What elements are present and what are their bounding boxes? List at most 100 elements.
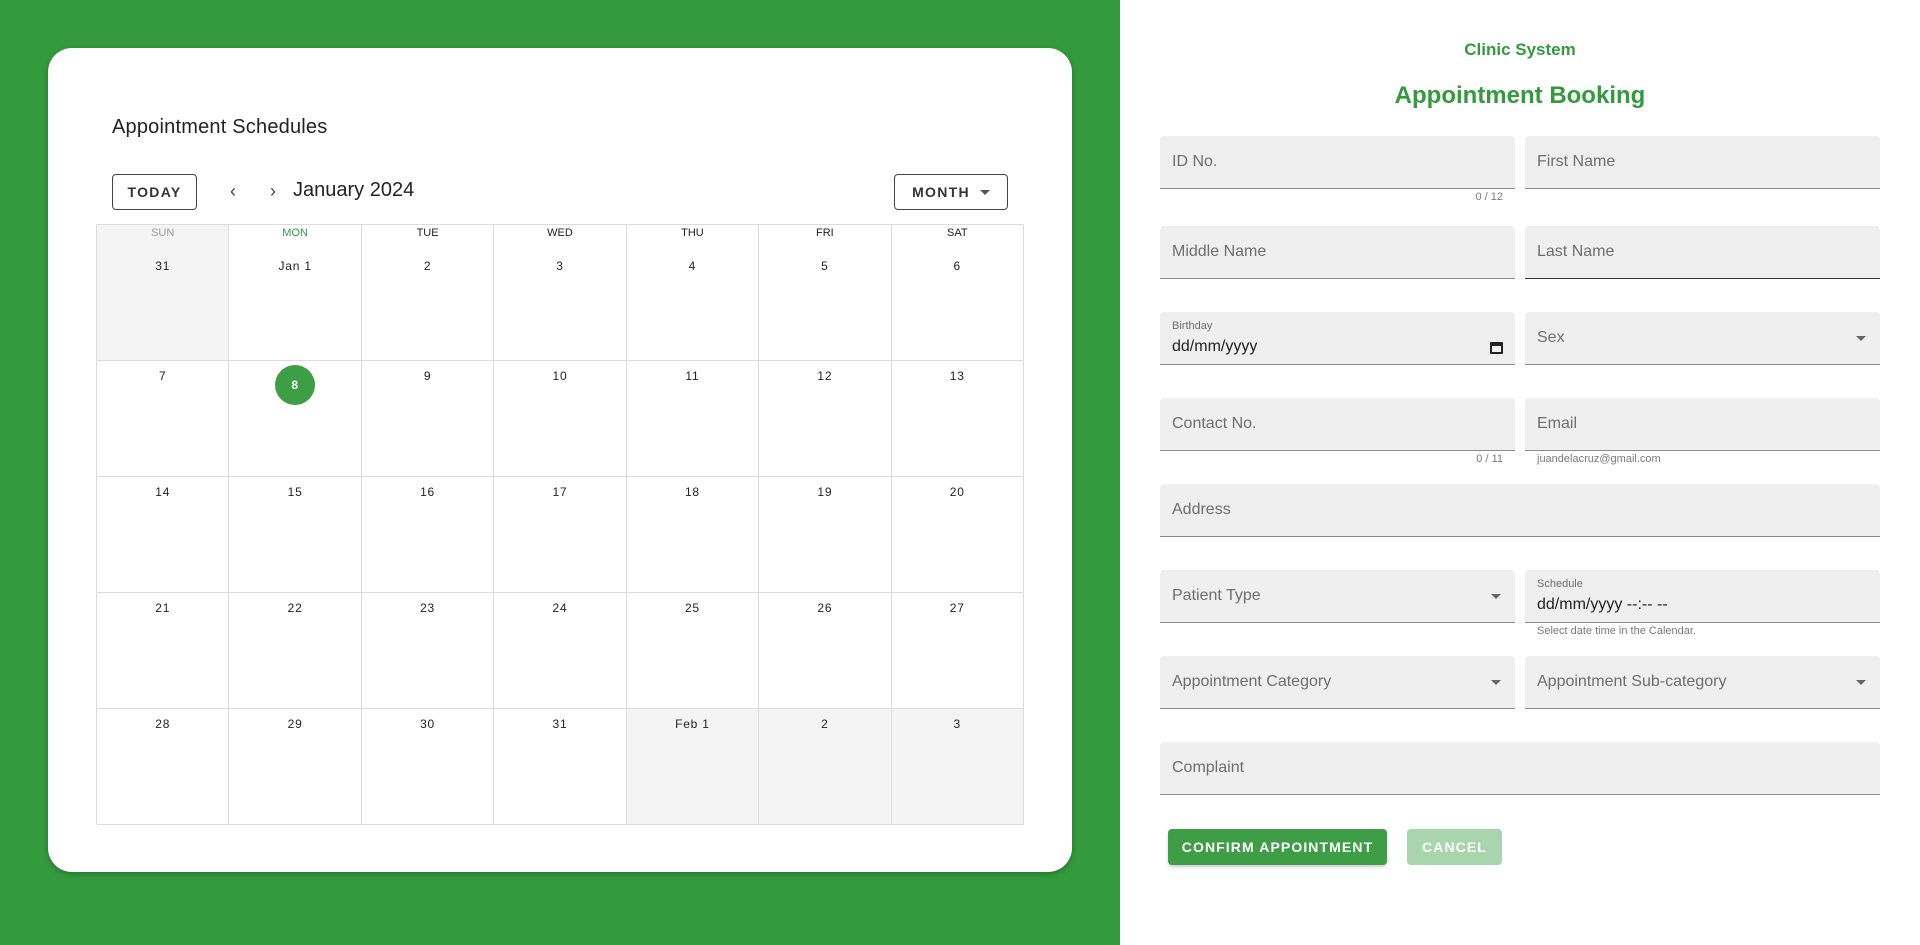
prev-month-icon[interactable]: ‹ (218, 176, 248, 206)
email-field[interactable]: Email (1525, 398, 1880, 451)
day-number: 14 (155, 485, 171, 499)
day-number: 27 (949, 601, 965, 615)
first-name-field[interactable]: First Name (1525, 136, 1880, 189)
day-cell[interactable]: Feb 1 (626, 709, 760, 825)
chevron-down-icon (979, 189, 990, 195)
day-cell[interactable]: 27 (891, 593, 1024, 709)
next-month-icon[interactable]: › (258, 176, 288, 206)
id-no-field[interactable]: ID No. (1160, 136, 1515, 189)
day-cell[interactable]: 6 (891, 245, 1024, 361)
day-cell[interactable]: Jan 1 (229, 245, 362, 361)
day-cell[interactable]: 13 (891, 361, 1024, 477)
email-label: Email (1537, 415, 1578, 432)
contact-no-field[interactable]: Contact No. (1160, 398, 1515, 451)
day-cell[interactable]: 28 (97, 709, 230, 825)
day-cell[interactable]: 3 (891, 709, 1024, 825)
calendar-title: Appointment Schedules (112, 116, 328, 138)
day-number: 19 (817, 485, 833, 499)
weekday-mon: MON (229, 225, 362, 245)
day-cell[interactable]: 3 (494, 245, 627, 361)
day-number: 11 (685, 369, 700, 383)
view-select-label: MONTH (912, 184, 970, 200)
appointment-subcategory-select[interactable]: Appointment Sub-category (1525, 656, 1880, 709)
sex-label: Sex (1537, 329, 1565, 346)
day-cell[interactable]: 16 (361, 477, 495, 593)
chevron-down-icon (1491, 680, 1501, 685)
month-title: January 2024 (293, 179, 415, 201)
day-number: 30 (420, 717, 436, 731)
weekday-wed: WED (494, 225, 627, 245)
address-field[interactable]: Address (1160, 484, 1880, 537)
day-number: 31 (155, 259, 171, 273)
day-cell[interactable]: 14 (97, 477, 230, 593)
contact-no-counter: 0 / 11 (1476, 453, 1503, 465)
day-number: 2 (423, 259, 432, 273)
address-label: Address (1172, 501, 1231, 518)
day-cell[interactable]: 17 (494, 477, 627, 593)
day-cell-today[interactable]: 8 (229, 361, 362, 477)
day-number: Jan 1 (278, 259, 312, 273)
day-cell[interactable]: 31 (97, 245, 230, 361)
patient-type-select[interactable]: Patient Type (1160, 570, 1515, 623)
day-cell[interactable]: 18 (626, 477, 760, 593)
day-number: 23 (420, 601, 436, 615)
chevron-down-icon (1856, 680, 1866, 685)
day-cell[interactable]: 30 (361, 709, 495, 825)
day-cell[interactable]: 23 (361, 593, 495, 709)
day-cell[interactable]: 2 (361, 245, 495, 361)
day-cell[interactable]: 25 (626, 593, 760, 709)
day-number: 3 (556, 259, 564, 273)
schedule-label: Schedule (1537, 578, 1583, 590)
today-button[interactable]: TODAY (112, 174, 197, 210)
middle-name-field[interactable]: Middle Name (1160, 226, 1515, 279)
day-cell[interactable]: 24 (494, 593, 627, 709)
day-cell[interactable]: 22 (229, 593, 362, 709)
contact-no-label: Contact No. (1172, 415, 1257, 432)
day-cell[interactable]: 12 (759, 361, 892, 477)
schedule-field[interactable]: Schedule dd/mm/yyyy --:-- -- (1525, 570, 1880, 623)
day-cell[interactable]: 4 (626, 245, 760, 361)
schedule-hint: Select date time in the Calendar. (1537, 625, 1696, 637)
day-cell[interactable]: 29 (229, 709, 362, 825)
day-cell[interactable]: 15 (229, 477, 362, 593)
day-cell[interactable]: 9 (361, 361, 495, 477)
appointment-category-select[interactable]: Appointment Category (1160, 656, 1515, 709)
weekday-tue: TUE (362, 225, 495, 245)
today-badge: 8 (275, 365, 316, 405)
day-cell[interactable]: 7 (97, 361, 230, 477)
day-cell[interactable]: 20 (891, 477, 1024, 593)
last-name-label: Last Name (1537, 243, 1615, 260)
view-select-button[interactable]: MONTH (894, 174, 1008, 210)
calendar-icon[interactable] (1490, 342, 1503, 354)
day-number: 12 (817, 369, 833, 383)
day-cell[interactable]: 31 (494, 709, 627, 825)
last-name-field[interactable]: Last Name (1525, 226, 1880, 279)
day-cell[interactable]: 5 (759, 245, 892, 361)
day-cell[interactable]: 19 (759, 477, 892, 593)
chevron-down-icon (1491, 594, 1501, 599)
sex-select[interactable]: Sex (1525, 312, 1880, 365)
birthday-field[interactable]: Birthday dd/mm/yyyy (1160, 312, 1515, 365)
weekday-thu: THU (627, 225, 760, 245)
calendar-background: Appointment Schedules TODAY ‹ › January … (0, 0, 1120, 945)
complaint-field[interactable]: Complaint (1160, 742, 1880, 795)
brand-name: Clinic System (1464, 40, 1576, 59)
day-cell[interactable]: 21 (97, 593, 230, 709)
day-cell[interactable]: 26 (759, 593, 892, 709)
day-cell[interactable]: 11 (626, 361, 760, 477)
day-number: 3 (953, 717, 962, 731)
day-number: 24 (552, 601, 568, 615)
birthday-label: Birthday (1172, 320, 1213, 332)
month-grid: SUN MON TUE WED THU FRI SAT 31 Jan 1 2 3… (96, 224, 1024, 825)
day-number: 25 (684, 601, 700, 615)
day-number: Feb 1 (675, 717, 710, 731)
email-hint: juandelacruz@gmail.com (1537, 453, 1661, 465)
cancel-button[interactable]: CANCEL (1407, 829, 1502, 865)
day-number: 17 (552, 485, 568, 499)
day-number: 4 (688, 259, 697, 273)
day-number: 2 (821, 717, 829, 731)
day-number: 18 (684, 485, 700, 499)
day-cell[interactable]: 2 (759, 709, 892, 825)
day-cell[interactable]: 10 (494, 361, 627, 477)
confirm-appointment-button[interactable]: CONFIRM APPOINTMENT (1168, 829, 1387, 865)
